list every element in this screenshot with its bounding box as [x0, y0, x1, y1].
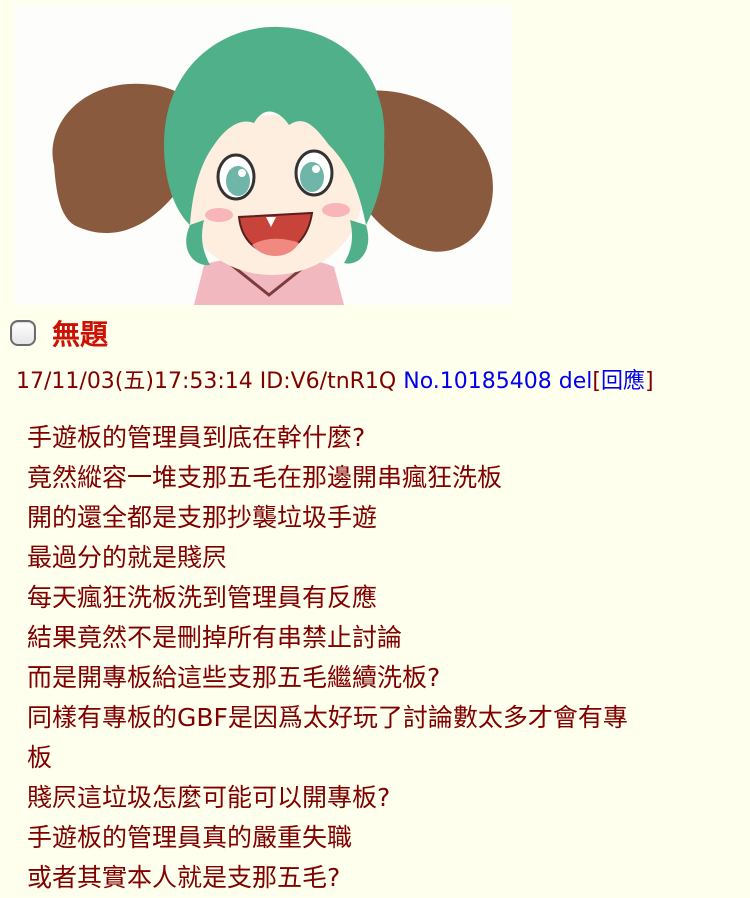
- delete-link[interactable]: del: [559, 369, 593, 394]
- post-body-line: 板: [27, 743, 53, 772]
- post-select-checkbox[interactable]: [10, 320, 36, 346]
- post-body-line: 結果竟然不是刪掉所有串禁止討論: [27, 623, 403, 652]
- post-title: 無題: [52, 318, 109, 351]
- post-body-line: 或者其實本人就是支那五毛?: [27, 863, 341, 892]
- post-body-line: 竟然縱容一堆支那五毛在那邊開串瘋狂洗板: [27, 463, 503, 492]
- bracket-close: ]: [644, 369, 654, 394]
- post-body-line: 賤屄這垃圾怎麼可能可以開專板?: [27, 783, 391, 812]
- post-body-line: 同樣有專板的GBF是因爲太好玩了討論數太多才會有專: [27, 703, 628, 732]
- post-thumbnail[interactable]: [14, 5, 512, 305]
- post-body-line: 而是開專板給這些支那五毛繼續洗板?: [27, 663, 441, 692]
- post-datetime: 17/11/03(五)17:53:14: [16, 369, 253, 394]
- post-number-link[interactable]: No.10185408: [403, 369, 552, 394]
- anime-girl-thumbnail-icon: [14, 5, 512, 305]
- bracket-open: [: [592, 369, 601, 394]
- post-body: 手遊板的管理員到底在幹什麼? 竟然縱容一堆支那五毛在那邊開串瘋狂洗板 開的還全都…: [27, 418, 727, 898]
- post-body-line: 最過分的就是賤屄: [27, 543, 228, 572]
- reply-link[interactable]: 回應: [601, 369, 645, 394]
- post-body-line: 開的還全都是支那抄襲垃圾手遊: [27, 503, 378, 532]
- post: 無題 17/11/03(五)17:53:14 ID:V6/tnR1Q No.10…: [0, 0, 750, 898]
- post-body-line: 手遊板的管理員到底在幹什麼?: [27, 423, 366, 452]
- post-body-line: 手遊板的管理員真的嚴重失職: [27, 823, 353, 852]
- poster-id: ID:V6/tnR1Q: [259, 369, 397, 394]
- post-body-line: 每天瘋狂洗板洗到管理員有反應: [27, 583, 378, 612]
- post-meta: 17/11/03(五)17:53:14 ID:V6/tnR1Q No.10185…: [16, 366, 654, 398]
